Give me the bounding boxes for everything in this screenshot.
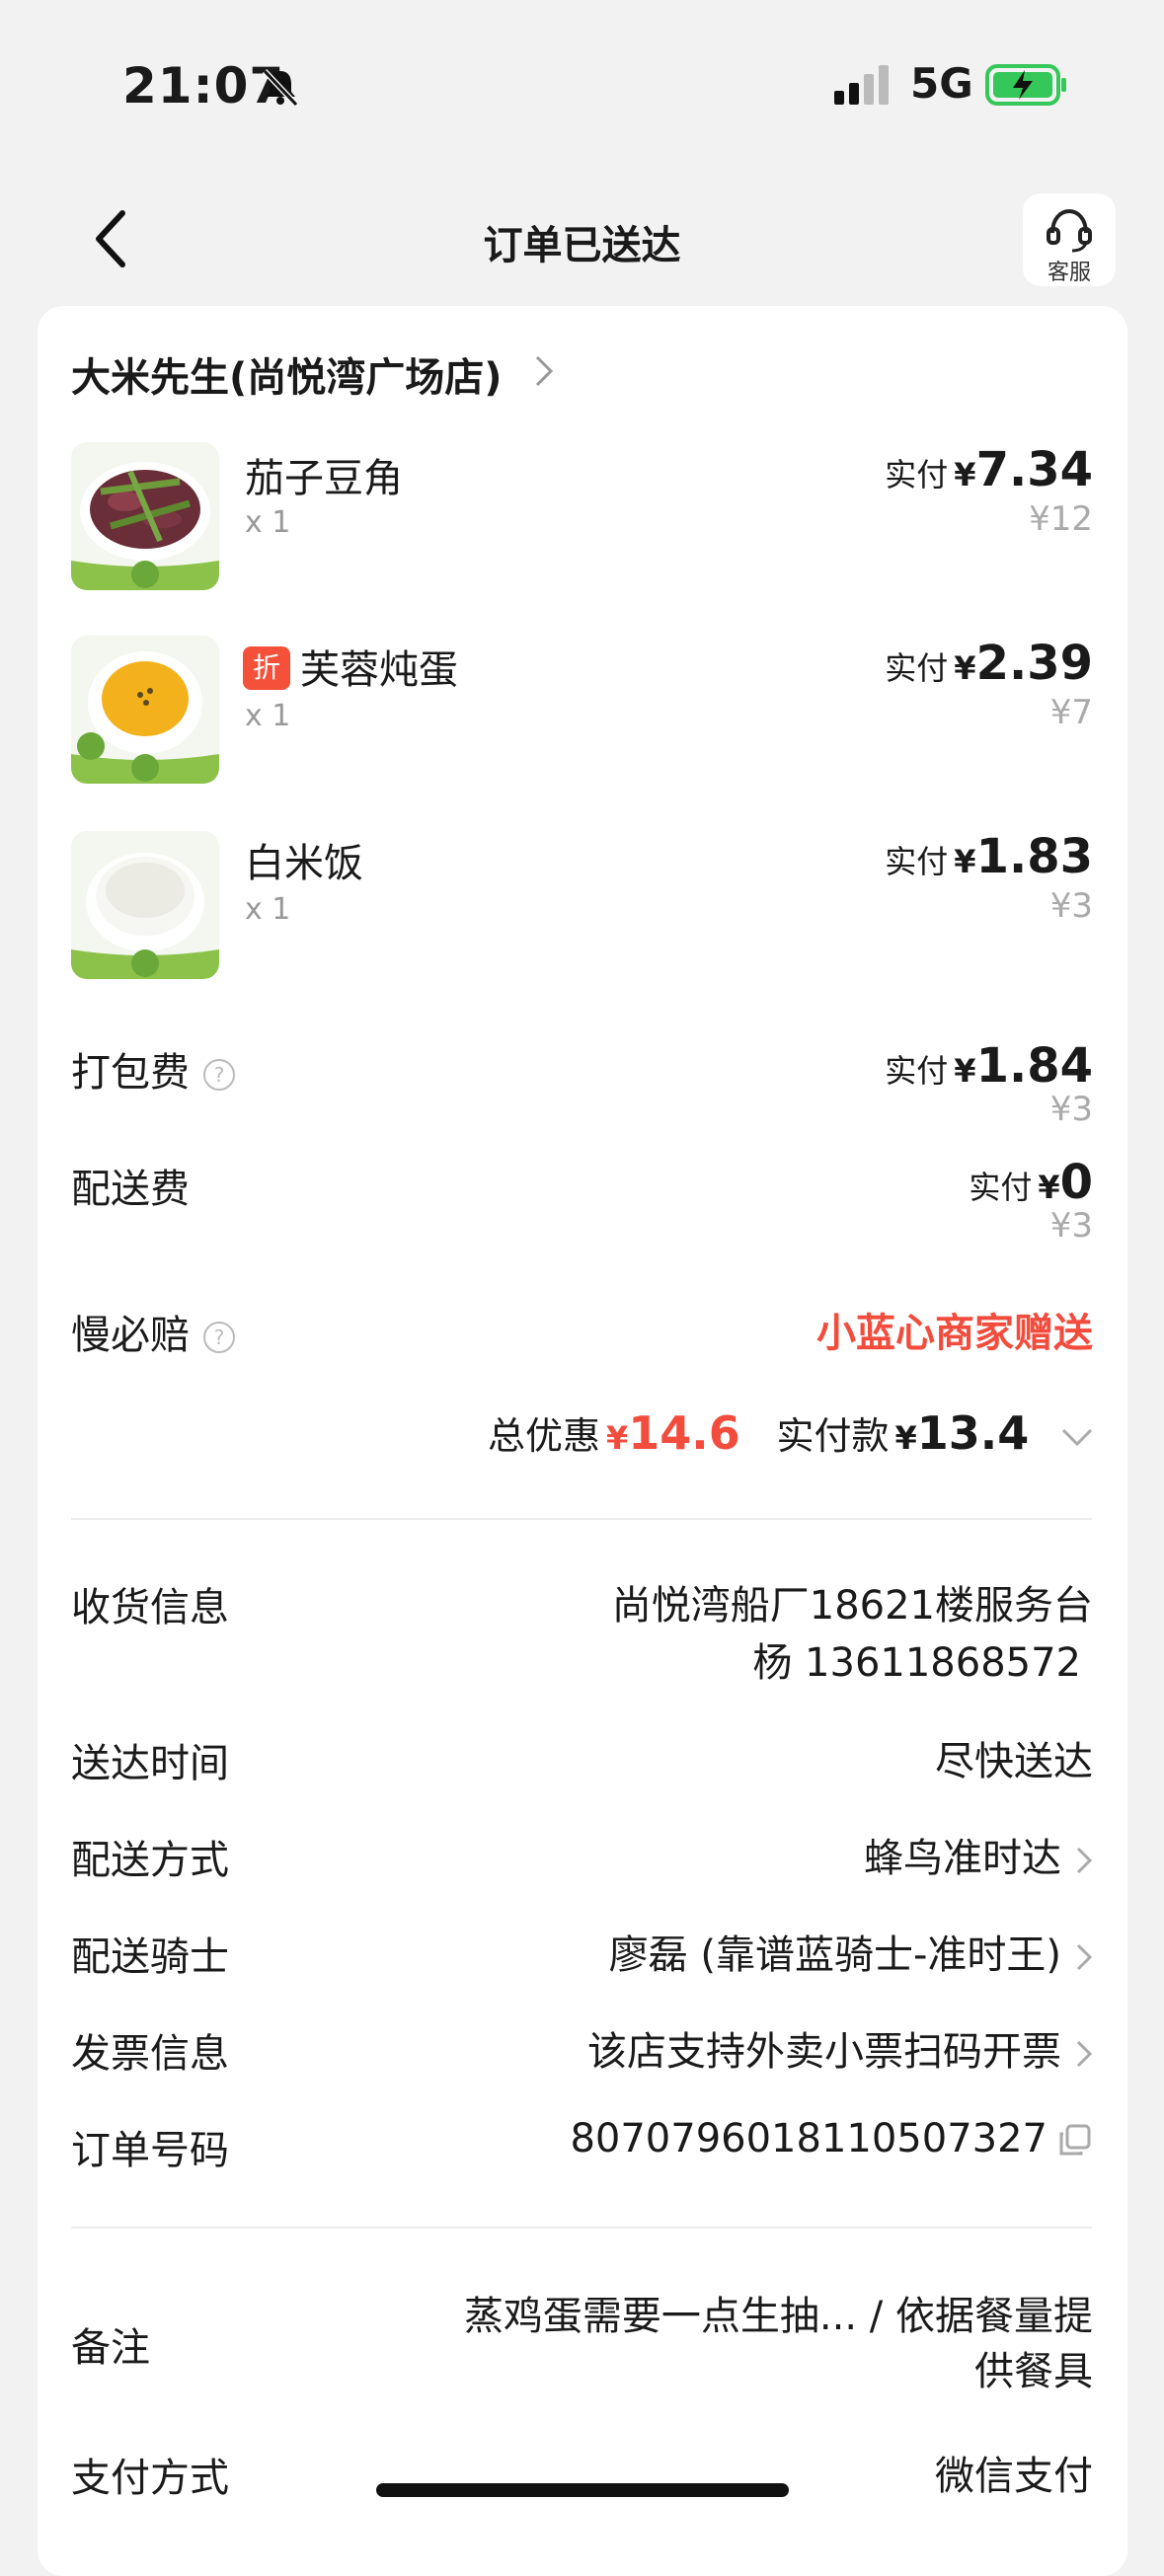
chevron-right-icon[interactable]	[533, 353, 555, 389]
note-line1: 蒸鸡蛋需要一点生抽... / 依据餐量提	[463, 2294, 1093, 2339]
rider-value[interactable]: 廖磊 (靠谱蓝骑士-准时王)	[609, 1923, 1093, 1980]
total-discount-amount: 14.6	[628, 1406, 740, 1460]
paid-amount: 0	[1059, 1155, 1093, 1210]
invoice-text: 该店支持外卖小票扫码开票	[587, 2029, 1061, 2075]
address-line2: 杨 13611868572	[752, 1640, 1081, 1686]
item-paid: 实付 ¥2.39	[885, 636, 1093, 691]
delivery-fee-original: ¥3	[1049, 1206, 1093, 1246]
item-name-text: 芙蓉炖蛋	[300, 647, 458, 693]
currency: ¥	[606, 1419, 629, 1457]
invoice-value[interactable]: 该店支持外卖小票扫码开票	[587, 2019, 1093, 2077]
home-indicator[interactable]	[376, 2483, 789, 2497]
signal-icon	[834, 65, 889, 105]
delivery-time-label: 送达时间	[71, 1741, 229, 1786]
item-name: 折芙蓉炖蛋	[243, 638, 458, 695]
delivery-method-value[interactable]: 蜂鸟准时达	[864, 1826, 1093, 1883]
currency: ¥	[894, 1419, 917, 1457]
currency: ¥	[954, 843, 976, 880]
paid-label: 实付	[885, 456, 949, 493]
paid-amount: 1.84	[975, 1038, 1093, 1094]
divider	[71, 1518, 1092, 1520]
total-discount-label: 总优惠	[488, 1414, 601, 1458]
order-summary[interactable]: 总优惠 ¥14.6 实付款 ¥13.4	[488, 1405, 1095, 1460]
item-name: 白米饭	[245, 841, 363, 886]
total-paid-amount: 13.4	[916, 1406, 1030, 1460]
item-qty: x 1	[245, 892, 291, 927]
shop-name[interactable]: 大米先生(尚悦湾广场店)	[71, 345, 503, 403]
paid-amount: 1.83	[975, 829, 1093, 884]
total-paid-label: 实付款	[776, 1414, 890, 1458]
invoice-label: 发票信息	[71, 2031, 229, 2077]
discount-badge: 折	[243, 646, 290, 690]
order-number-label: 订单号码	[71, 2128, 229, 2173]
late-compensation-text: 慢必赔	[71, 1313, 190, 1358]
chevron-right-icon	[1076, 1943, 1093, 1971]
note-line2: 供餐具	[974, 2349, 1093, 2394]
customer-service-label: 客服	[1047, 261, 1091, 285]
paid-label: 实付	[885, 843, 949, 880]
note-label: 备注	[71, 2325, 150, 2371]
dish-image-rice[interactable]	[71, 831, 219, 979]
page-title: 订单已送达	[483, 223, 681, 268]
address-line1: 尚悦湾船厂18621楼服务台	[611, 1583, 1093, 1629]
delivery-fee-label: 配送费	[71, 1167, 190, 1212]
currency: ¥	[954, 649, 976, 687]
packing-fee-text: 打包费	[71, 1050, 190, 1096]
delivery-fee-paid: 实付 ¥0	[969, 1155, 1093, 1210]
paid-label: 实付	[969, 1169, 1033, 1206]
item-original-price: ¥3	[1049, 886, 1093, 926]
payment-method-value: 微信支付	[935, 2454, 1093, 2499]
paid-amount: 7.34	[975, 442, 1093, 497]
bell-muted-icon	[262, 68, 299, 108]
packing-fee-label: 打包费?	[71, 1040, 235, 1098]
packing-fee-original: ¥3	[1049, 1090, 1093, 1129]
packing-fee-paid: 实付 ¥1.84	[885, 1038, 1093, 1094]
paid-amount: 2.39	[975, 636, 1093, 691]
order-number-value: 8070796018110507327	[570, 2116, 1093, 2161]
network-type: 5G	[910, 59, 973, 108]
item-qty: x 1	[245, 505, 291, 540]
late-compensation-value: 小蓝心商家赠送	[816, 1311, 1093, 1356]
order-number-text: 8070796018110507327	[570, 2116, 1048, 2161]
divider	[71, 2227, 1092, 2229]
battery-charging-icon	[985, 64, 1066, 106]
headset-icon	[1047, 208, 1092, 253]
currency: ¥	[1038, 1169, 1060, 1206]
payment-method-label: 支付方式	[71, 2456, 229, 2501]
delivery-time-value: 尽快送达	[935, 1739, 1093, 1784]
item-name: 茄子豆角	[245, 456, 403, 501]
rider-label: 配送骑士	[71, 1934, 229, 1980]
dish-image-steamed-egg[interactable]	[71, 636, 219, 784]
chevron-down-icon[interactable]	[1059, 1426, 1095, 1450]
address-label: 收货信息	[71, 1585, 229, 1630]
rider-text: 廖磊 (靠谱蓝骑士-准时王)	[608, 1932, 1061, 1978]
customer-service-button[interactable]: 客服	[1023, 193, 1116, 286]
currency: ¥	[954, 456, 976, 493]
currency: ¥	[954, 1052, 976, 1090]
item-paid: 实付 ¥7.34	[885, 442, 1093, 497]
help-icon[interactable]: ?	[203, 1059, 235, 1091]
chevron-right-icon	[1076, 1847, 1093, 1874]
late-compensation-label: 慢必赔?	[71, 1303, 235, 1360]
paid-label: 实付	[885, 649, 949, 687]
item-original-price: ¥7	[1049, 693, 1093, 732]
dish-image-eggplant[interactable]	[71, 442, 219, 590]
copy-icon[interactable]	[1057, 2124, 1093, 2158]
chevron-right-icon	[1076, 2040, 1093, 2068]
item-original-price: ¥12	[1029, 499, 1093, 539]
item-paid: 实付 ¥1.83	[885, 829, 1093, 884]
item-qty: x 1	[245, 699, 291, 733]
delivery-method-text: 蜂鸟准时达	[864, 1836, 1061, 1881]
paid-label: 实付	[885, 1052, 949, 1090]
delivery-method-label: 配送方式	[71, 1838, 229, 1883]
help-icon[interactable]: ?	[203, 1322, 235, 1353]
